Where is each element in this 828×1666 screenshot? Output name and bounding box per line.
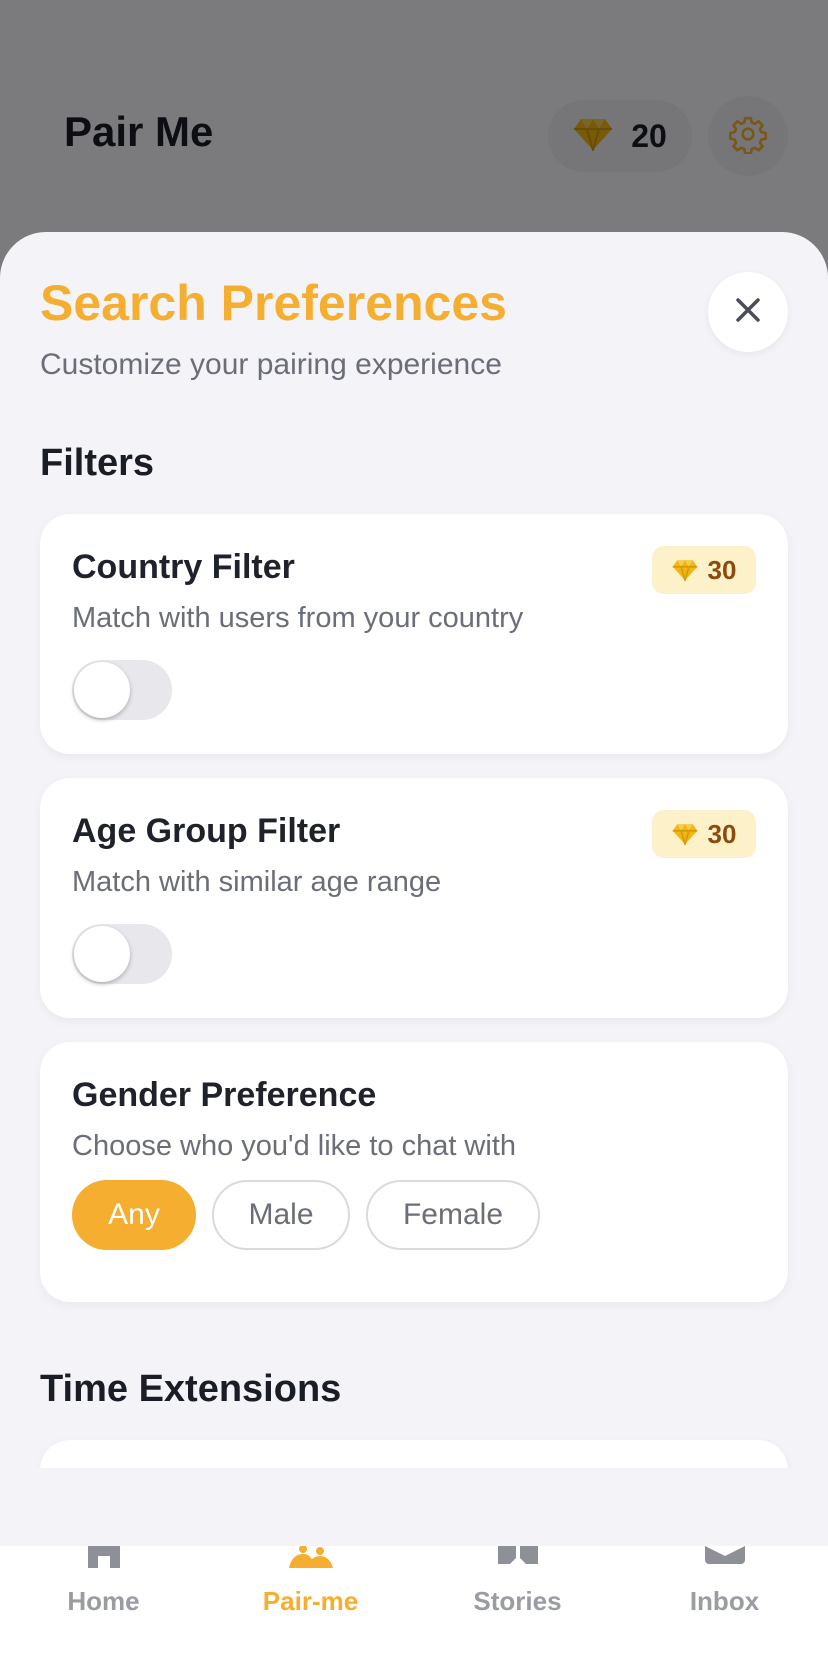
home-icon [84, 1546, 124, 1573]
country-filter-description: Match with users from your country [72, 602, 524, 634]
age-group-filter-description: Match with similar age range [72, 866, 442, 898]
country-filter-cost: 30 [707, 554, 737, 585]
country-filter-cost-badge: 30 [652, 546, 756, 594]
sheet-footer-fade [0, 1468, 828, 1546]
nav-label-pair-me: Pair-me [262, 1586, 359, 1616]
gem-icon [672, 559, 698, 581]
pair-icon [288, 1545, 333, 1573]
gender-option-any[interactable]: Any [72, 1180, 196, 1250]
nav-label-home: Home [67, 1586, 140, 1616]
age-group-filter-cost-badge: 30 [652, 810, 756, 858]
age-group-filter-title: Age Group Filter [72, 812, 341, 850]
search-preferences-sheet: Search Preferences Customize your pairin… [0, 232, 828, 1546]
nav-item-pair-me[interactable]: Pair-me [207, 1545, 414, 1666]
gender-option-female[interactable]: Female [366, 1180, 540, 1250]
filters-heading: Filters [40, 442, 155, 484]
time-extensions-heading: Time Extensions [40, 1368, 342, 1410]
gender-preference-description: Choose who you'd like to chat with [72, 1130, 517, 1162]
gender-option-male[interactable]: Male [212, 1180, 350, 1250]
age-group-filter-card: Age Group Filter Match with similar age … [40, 778, 788, 1018]
age-group-filter-cost: 30 [707, 818, 737, 849]
bottom-navigation: Home Pair-me Stories Inbox [0, 1545, 828, 1666]
toggle-knob [74, 662, 130, 718]
nav-label-stories: Stories [473, 1586, 562, 1616]
country-filter-card: Country Filter Match with users from you… [40, 514, 788, 754]
inbox-icon [704, 1546, 745, 1569]
age-group-filter-toggle[interactable] [72, 924, 172, 984]
nav-label-inbox: Inbox [689, 1586, 760, 1616]
country-filter-title: Country Filter [72, 548, 295, 586]
gender-options: Any Male Female [72, 1180, 540, 1250]
sheet-title: Search Preferences [40, 275, 507, 331]
gender-preference-title: Gender Preference [72, 1076, 377, 1114]
nav-item-home[interactable]: Home [0, 1546, 207, 1666]
nav-item-inbox[interactable]: Inbox [621, 1546, 828, 1666]
gender-preference-card: Gender Preference Choose who you'd like … [40, 1042, 788, 1302]
country-filter-toggle[interactable] [72, 660, 172, 720]
close-button[interactable] [708, 272, 788, 352]
close-icon [734, 296, 762, 329]
gem-icon [672, 823, 698, 845]
book-icon [497, 1546, 538, 1569]
sheet-subtitle: Customize your pairing experience [40, 348, 502, 381]
nav-item-stories[interactable]: Stories [414, 1546, 621, 1666]
toggle-knob [74, 926, 130, 982]
